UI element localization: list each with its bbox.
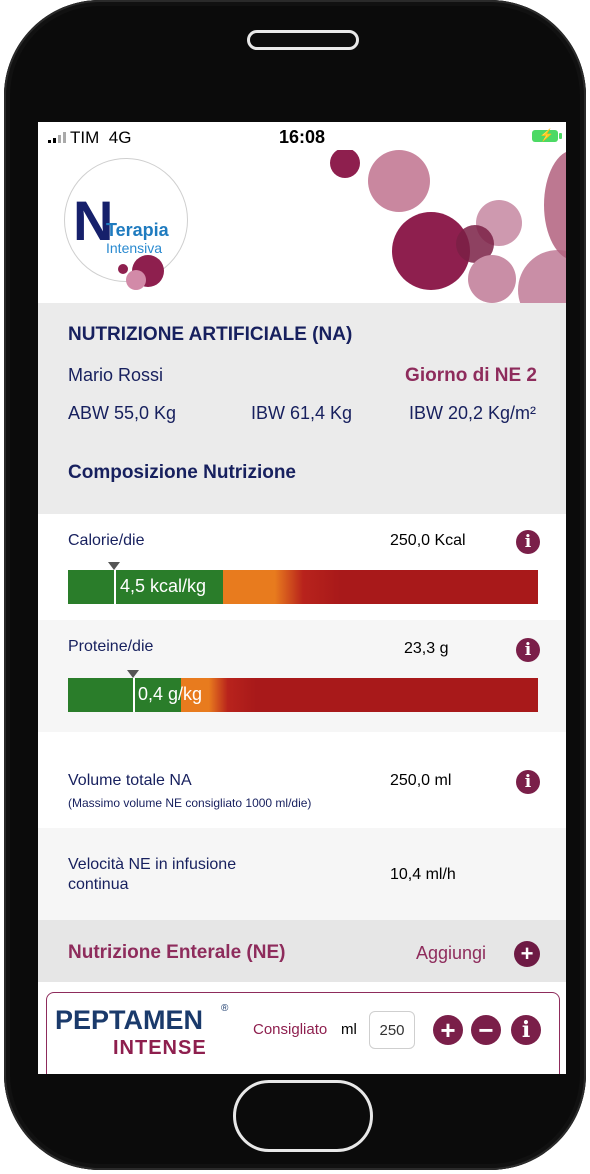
protein-bar: 0,4 g/kg	[68, 678, 538, 712]
product-brand: PEPTAMEN	[55, 1005, 204, 1035]
protein-row	[38, 620, 566, 732]
therapy-day: Giorno di NE 2	[405, 365, 537, 386]
status-bar: TIM 4G 16:08 ⚡	[38, 122, 566, 150]
protein-marker-line	[133, 678, 135, 712]
calories-marker-line	[114, 570, 116, 604]
composition-title: Composizione Nutrizione	[68, 462, 296, 483]
minus-icon[interactable]: −	[471, 1015, 501, 1045]
info-icon[interactable]: i	[516, 770, 540, 794]
app-screen: TIM 4G 16:08 ⚡ N Terapia Intensiva NUTRI…	[38, 122, 566, 1074]
velocity-row	[38, 828, 566, 920]
app-header: N Terapia Intensiva	[38, 150, 566, 303]
calories-label: Calorie/die	[68, 532, 145, 549]
logo-bubble-small	[126, 270, 146, 290]
logo-line2: Intensiva	[106, 240, 163, 256]
info-icon[interactable]: i	[511, 1015, 541, 1045]
volume-value: 250,0 ml	[390, 772, 452, 789]
phone-frame: TIM 4G 16:08 ⚡ N Terapia Intensiva NUTRI…	[4, 0, 586, 1170]
battery-icon: ⚡	[532, 128, 562, 142]
velocity-value: 10,4 ml/h	[390, 866, 456, 883]
decor-bubble	[368, 150, 430, 212]
decor-bubble	[468, 255, 516, 303]
unit-label: ml	[341, 1021, 357, 1038]
patient-name: Mario Rossi	[68, 365, 164, 385]
status-time: 16:08	[278, 127, 326, 147]
bmi-value: IBW 20,2 Kg/m²	[408, 403, 536, 423]
velocity-label-line2: continua	[68, 876, 129, 893]
protein-marker	[127, 670, 139, 678]
decor-bubble	[330, 150, 360, 178]
calories-marker	[108, 562, 120, 570]
recommended-label: Consigliato	[253, 1021, 328, 1038]
registered-mark: ®	[221, 1003, 229, 1014]
add-label[interactable]: Aggiungi	[416, 943, 486, 964]
info-icon[interactable]: i	[516, 530, 540, 554]
ibw-value: IBW 61,4 Kg	[251, 403, 353, 423]
calories-bar: 4,5 kcal/kg	[68, 570, 538, 604]
enteral-title: Nutrizione Enterale (NE)	[68, 942, 286, 963]
speaker-grille	[247, 30, 359, 50]
volume-label: Volume totale NA	[68, 772, 192, 789]
logo-bubble-tiny	[118, 264, 128, 274]
volume-note: (Massimo volume NE consigliato 1000 ml/d…	[68, 796, 312, 810]
decor-bubble	[544, 150, 566, 260]
section-title: NUTRIZIONE ARTIFICIALE (NA)	[68, 324, 353, 345]
ml-quantity-input[interactable]: 250	[369, 1011, 415, 1049]
protein-bar-label: 0,4 g/kg	[138, 684, 203, 704]
product-card: PEPTAMEN ® INTENSE Consigliato ml 250 + …	[46, 992, 560, 1074]
plus-icon[interactable]: +	[514, 941, 540, 967]
home-button[interactable]	[233, 1080, 373, 1152]
product-variant: INTENSE	[113, 1037, 207, 1059]
protein-label: Proteine/die	[68, 638, 154, 655]
calories-bar-label: 4,5 kcal/kg	[120, 576, 207, 596]
logo-line1: Terapia	[106, 220, 169, 240]
calories-value: 250,0 Kcal	[390, 532, 466, 549]
protein-value: 23,3 g	[404, 640, 449, 657]
abw-value: ABW 55,0 Kg	[68, 403, 177, 423]
decor-bubble	[518, 250, 566, 303]
velocity-label-line1: Velocità NE in infusione	[68, 856, 237, 873]
plus-icon[interactable]: +	[433, 1015, 463, 1045]
info-icon[interactable]: i	[516, 638, 540, 662]
